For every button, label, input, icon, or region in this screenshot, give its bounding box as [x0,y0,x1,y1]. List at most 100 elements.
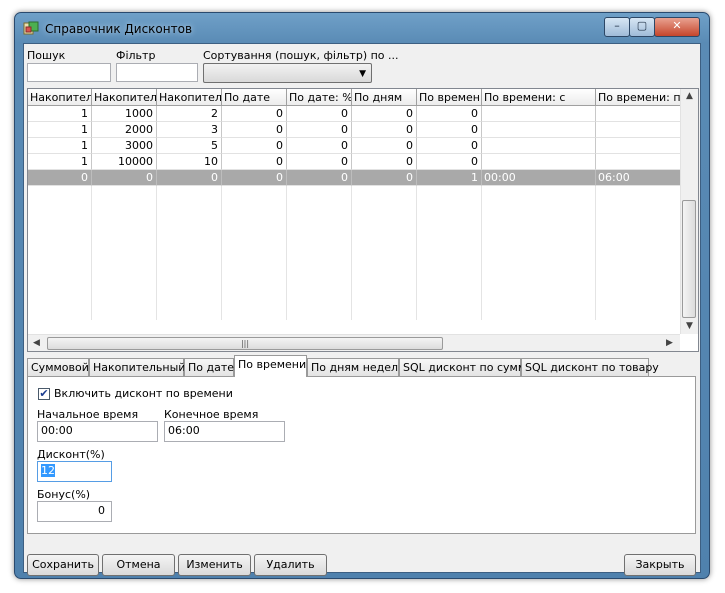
column-header[interactable]: По времени [417,89,482,106]
table-cell[interactable]: 0 [417,138,482,154]
table-cell[interactable]: 10000 [92,154,157,170]
table-cell[interactable]: 1 [28,106,92,122]
end-time-label: Конечное время [164,408,259,421]
table-cell[interactable]: 0 [417,154,482,170]
horizontal-scroll-thumb[interactable]: ||| [47,337,443,350]
close-button[interactable]: Закрыть [624,554,696,576]
scroll-up-icon[interactable]: ▲ [686,91,693,101]
scroll-left-icon[interactable]: ◀ [33,338,40,348]
table-cell[interactable]: 0 [352,154,417,170]
tab-3[interactable]: По времени [234,355,307,377]
table-row[interactable]: 1 10000 10 0 0 0 0 [28,154,681,170]
tab-4[interactable]: По дням недели [307,358,405,376]
table-cell[interactable]: 3 [157,122,222,138]
minimize-button[interactable]: – [604,17,630,37]
table-cell[interactable]: 1 [28,154,92,170]
table-cell[interactable]: 2 [157,106,222,122]
table-cell[interactable] [596,122,681,138]
table-cell[interactable]: 5 [157,138,222,154]
table-cell[interactable] [482,138,596,154]
save-button[interactable]: Сохранить [27,554,99,576]
table-cell[interactable]: 3000 [92,138,157,154]
table-cell[interactable]: 1 [417,170,482,186]
table-cell[interactable] [596,138,681,154]
table-row[interactable]: 1 3000 5 0 0 0 0 [28,138,681,154]
table-cell[interactable]: 0 [417,106,482,122]
vertical-scrollbar[interactable]: ▲ ▼ [680,89,698,334]
sort-label: Сортування (пошук, фільтр) по ... [203,49,399,62]
table-cell[interactable]: 0 [222,154,287,170]
edit-button[interactable]: Изменить [178,554,251,576]
table-cell[interactable]: 06:00 [596,170,681,186]
table-cell[interactable]: 1000 [92,106,157,122]
title-bar[interactable]: Справочник Дисконтов – ▢ ✕ [15,13,709,41]
table-cell[interactable] [482,106,596,122]
discounts-grid[interactable]: НакопительНакопительНакопительПо датеПо … [27,88,699,352]
end-time-field[interactable]: 06:00 [164,421,285,442]
table-cell[interactable]: 0 [287,106,352,122]
bonus-field[interactable]: 0 [37,501,112,522]
close-window-button[interactable]: ✕ [654,17,700,37]
tab-6[interactable]: SQL дисконт по товару [521,358,659,376]
table-cell[interactable]: 0 [92,170,157,186]
tab-5[interactable]: SQL дисконт по сумме [399,358,533,376]
maximize-button[interactable]: ▢ [629,17,655,37]
tab-0[interactable]: Суммовой [27,358,89,376]
start-time-label: Начальное время [37,408,139,421]
table-row[interactable]: 1 1000 2 0 0 0 0 [28,106,681,122]
column-header[interactable]: По времени: по [596,89,681,106]
tab-1[interactable]: Накопительный [89,358,185,376]
table-cell[interactable]: 0 [417,122,482,138]
scroll-right-icon[interactable]: ▶ [666,338,673,348]
scroll-down-icon[interactable]: ▼ [686,321,693,331]
table-cell[interactable]: 00:00 [482,170,596,186]
table-cell[interactable]: 0 [222,106,287,122]
table-cell[interactable]: 2000 [92,122,157,138]
table-cell[interactable]: 0 [287,170,352,186]
table-cell[interactable]: 0 [287,154,352,170]
tab-2[interactable]: По дате [184,358,234,376]
column-header[interactable]: По дням [352,89,417,106]
search-input[interactable] [27,63,111,82]
table-cell[interactable]: 0 [28,170,92,186]
table-row[interactable]: 1 2000 3 0 0 0 0 [28,122,681,138]
column-header[interactable]: Накопитель [92,89,157,106]
column-header[interactable]: По времени: с [482,89,596,106]
table-cell[interactable]: 0 [352,170,417,186]
discount-field[interactable]: 12 [37,461,112,482]
table-cell[interactable] [482,122,596,138]
delete-button[interactable]: Удалить [254,554,327,576]
table-cell[interactable]: 0 [222,122,287,138]
table-cell[interactable]: 0 [157,170,222,186]
discount-value: 12 [41,464,55,477]
table-cell[interactable]: 1 [28,138,92,154]
filter-input[interactable] [116,63,198,82]
table-cell[interactable]: 0 [222,170,287,186]
table-cell[interactable] [596,106,681,122]
table-row-selected[interactable]: 0 0 0 0 0 0 1 00:00 06:00 [28,170,681,186]
table-cell[interactable] [596,154,681,170]
enable-time-discount-checkbox[interactable]: ✔ [38,388,50,400]
column-header[interactable]: Накопитель [28,89,92,106]
column-header[interactable]: Накопитель [157,89,222,106]
table-cell[interactable]: 1 [28,122,92,138]
table-cell[interactable]: 0 [352,122,417,138]
enable-time-discount-label[interactable]: Включить дисконт по времени [54,387,233,400]
table-cell[interactable]: 0 [222,138,287,154]
table-cell[interactable]: 0 [352,106,417,122]
horizontal-scrollbar[interactable]: ◀ ||| ▶ [28,334,680,351]
start-time-field[interactable]: 00:00 [37,421,158,442]
table-cell[interactable]: 0 [352,138,417,154]
cancel-button[interactable]: Отмена [102,554,175,576]
table-cell[interactable]: 0 [287,122,352,138]
chevron-down-icon: ▼ [359,69,366,79]
window-client-area: Пошук Фільтр Сортування (пошук, фільтр) … [23,43,701,576]
column-header[interactable]: По дате [222,89,287,106]
vertical-scroll-thumb[interactable] [682,200,696,318]
table-cell[interactable] [482,154,596,170]
sort-select[interactable]: ▼ [203,63,372,83]
table-cell[interactable]: 0 [287,138,352,154]
table-cell[interactable]: 10 [157,154,222,170]
filter-label: Фільтр [116,49,156,62]
column-header[interactable]: По дате: % [287,89,352,106]
